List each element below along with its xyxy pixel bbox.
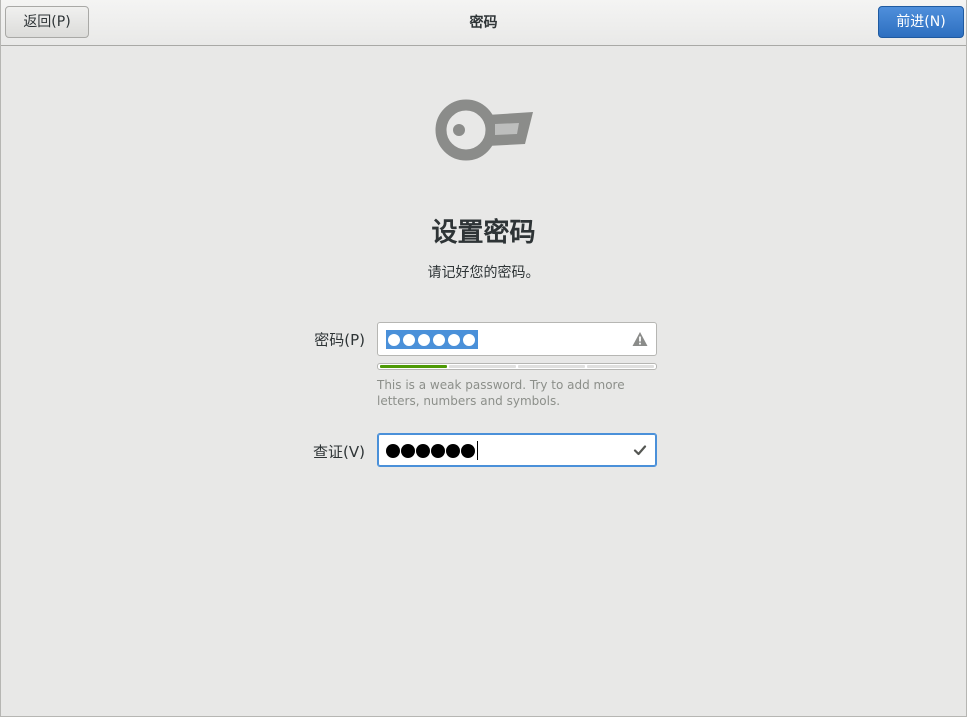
page-title: 密码 (469, 15, 498, 31)
verify-dot (461, 443, 475, 458)
verify-dot (386, 443, 400, 458)
window: 返回(P) 密码 前进(N) 设置密码 请记好您的密码。 密码(P) This … (0, 0, 967, 717)
password-dot (432, 332, 446, 347)
password-dot (447, 332, 461, 347)
verify-dot (446, 443, 460, 458)
password-dot (462, 332, 476, 347)
password-field[interactable] (377, 322, 657, 356)
strength-segment (587, 365, 654, 368)
strength-segment (449, 365, 516, 368)
verify-masked-text (386, 441, 478, 460)
section-title: 设置密码 (431, 218, 536, 248)
next-button[interactable]: 前进(N) (878, 6, 964, 38)
password-dot (402, 332, 416, 347)
verify-dot (416, 443, 430, 458)
checkmark-icon (633, 445, 647, 456)
password-dot (417, 332, 431, 347)
strength-segment (518, 365, 585, 368)
password-dot (387, 332, 401, 347)
password-strength-bar (377, 363, 657, 370)
verify-dot (401, 443, 415, 458)
key-icon (435, 99, 533, 161)
section-subtitle: 请记好您的密码。 (427, 265, 540, 281)
verify-dot (431, 443, 445, 458)
verify-field[interactable] (377, 433, 657, 467)
verify-label: 查证(V) (313, 443, 365, 461)
strength-segment (380, 365, 447, 368)
text-caret (477, 441, 478, 460)
warning-icon (632, 332, 648, 346)
password-masked-text (386, 330, 478, 349)
password-hint: This is a weak password. Try to add more… (377, 378, 625, 408)
password-label: 密码(P) (314, 331, 365, 349)
header-bar: 返回(P) 密码 前进(N) (1, 0, 966, 46)
